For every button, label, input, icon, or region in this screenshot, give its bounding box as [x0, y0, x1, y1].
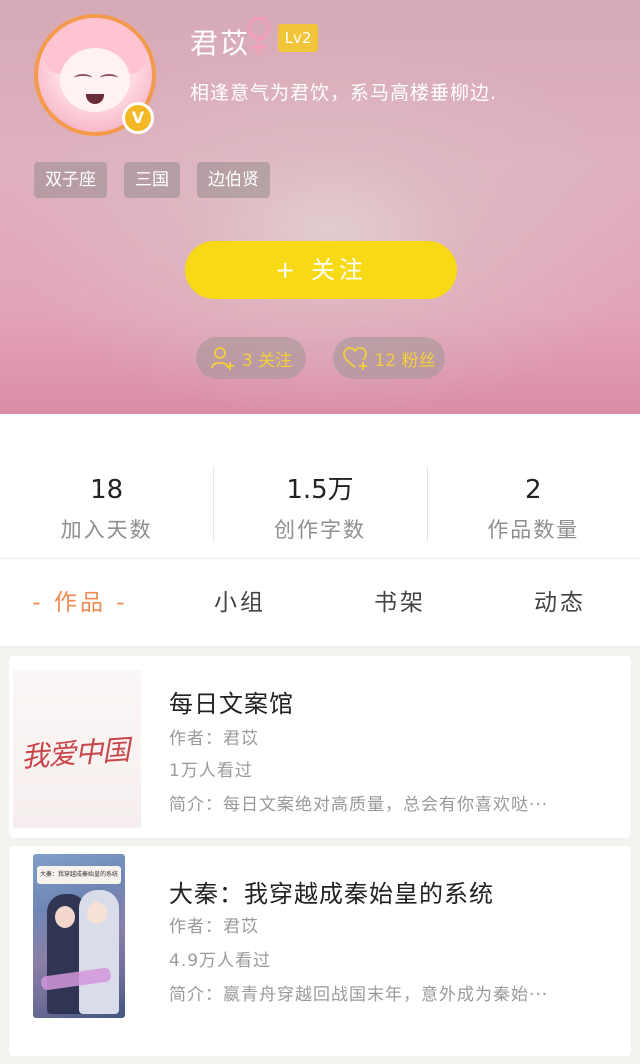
vip-badge: V [122, 102, 154, 134]
tag-item[interactable]: 双子座 [34, 162, 107, 198]
tag-list: 双子座 三国 边伯贤 [34, 162, 270, 198]
book-cover: 大秦：我穿越成秦始皇的系统 [33, 854, 125, 1018]
cover-caption: 大秦：我穿越成秦始皇的系统 [37, 866, 121, 884]
female-icon [247, 16, 271, 56]
signature: 相逢意气为君饮，系马高楼垂柳边. [190, 82, 498, 104]
work-author: 作者：君苡 [169, 917, 259, 937]
tab-bookshelf[interactable]: 书架 [320, 559, 480, 646]
user-add-icon [210, 347, 234, 370]
profile-header: V 君苡 Lv2 相逢意气为君饮，系马高楼垂柳边. 双子座 三国 边伯贤 + 关… [0, 0, 640, 414]
tag-item[interactable]: 边伯贤 [197, 162, 270, 198]
work-intro: 简介：每日文案绝对高质量，总会有你喜欢哒··· [169, 795, 549, 815]
tab-works[interactable]: - 作品 - [0, 559, 160, 646]
work-title: 大秦：我穿越成秦始皇的系统 [169, 880, 494, 908]
work-intro: 简介：嬴青舟穿越回战国末年，意外成为秦始··· [169, 985, 549, 1005]
username: 君苡 [190, 27, 251, 60]
stat-days-joined: 18 加入天数 [0, 414, 213, 558]
stat-value: 18 [90, 475, 124, 505]
stat-value: 1.5万 [286, 475, 354, 505]
stat-works-count: 2 作品数量 [426, 414, 640, 558]
tab-activity[interactable]: 动态 [480, 559, 640, 646]
work-views: 1万人看过 [169, 761, 253, 781]
work-title: 每日文案馆 [169, 690, 294, 718]
heart-add-icon [343, 347, 368, 370]
follow-button[interactable]: + 关注 [185, 241, 457, 299]
level-badge: Lv2 [278, 24, 318, 52]
stat-label: 加入天数 [60, 518, 153, 542]
fans-count: 12 粉丝 [374, 350, 436, 371]
avatar[interactable]: V [34, 14, 156, 136]
book-cover: 我爱中国 [13, 670, 141, 828]
work-author: 作者：君苡 [169, 729, 259, 749]
work-item[interactable]: 我爱中国 每日文案馆 作者：君苡 1万人看过 简介：每日文案绝对高质量，总会有你… [9, 656, 631, 838]
cover-calligraphy: 我爱中国 [20, 733, 131, 774]
stat-label: 作品数量 [487, 518, 580, 542]
following-count: 3 关注 [241, 350, 293, 371]
tab-groups[interactable]: 小组 [160, 559, 320, 646]
stat-value: 2 [525, 475, 542, 505]
stats-bar: 18 加入天数 1.5万 创作字数 2 作品数量 [0, 414, 640, 558]
work-views: 4.9万人看过 [169, 951, 272, 971]
stat-words-written: 1.5万 创作字数 [213, 414, 426, 558]
stat-label: 创作字数 [273, 518, 366, 542]
tag-item[interactable]: 三国 [124, 162, 180, 198]
fans-button[interactable]: 12 粉丝 [333, 337, 445, 379]
tab-bar: - 作品 - 小组 书架 动态 [0, 558, 640, 646]
following-button[interactable]: 3 关注 [196, 337, 306, 379]
work-item[interactable]: 大秦：我穿越成秦始皇的系统 大秦：我穿越成秦始皇的系统 作者：君苡 4.9万人看… [9, 846, 631, 1056]
